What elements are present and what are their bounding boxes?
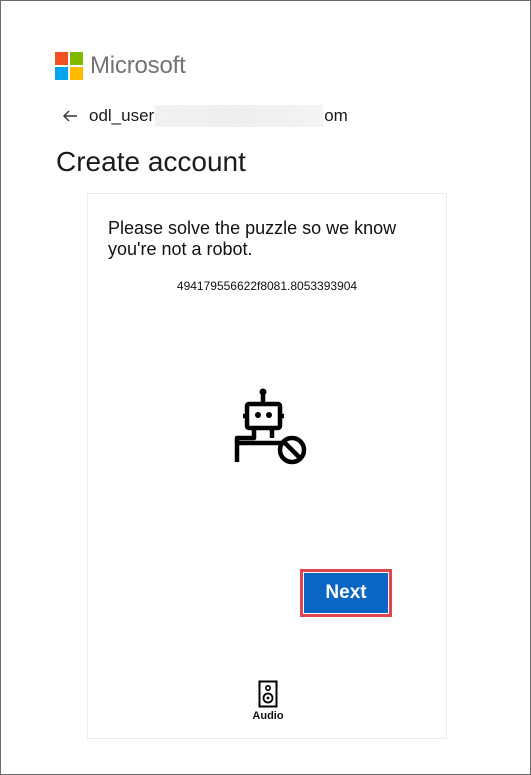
puzzle-card: Please solve the puzzle so we know you'r… — [87, 193, 447, 739]
email-suffix: om — [324, 106, 348, 125]
audio-label: Audio — [252, 710, 284, 722]
arrow-left-icon[interactable] — [61, 107, 79, 125]
audio-button[interactable]: Audio — [243, 680, 293, 726]
speaker-icon — [258, 680, 278, 708]
email-redaction — [155, 105, 324, 127]
microsoft-logo-icon — [55, 52, 83, 80]
account-identity-row: odl_user om — [61, 105, 348, 127]
puzzle-prompt: Please solve the puzzle so we know you'r… — [108, 218, 397, 259]
robot-blocked-icon — [234, 388, 307, 465]
page-title: Create account — [56, 146, 246, 177]
next-button[interactable]: Next — [300, 569, 392, 617]
brand-name: Microsoft — [90, 52, 186, 79]
email-prefix: odl_user — [89, 106, 155, 125]
microsoft-logo: Microsoft — [55, 52, 186, 80]
next-button-label: Next — [303, 572, 389, 614]
session-id: 494179556622f8081.8053393904 — [176, 279, 358, 293]
window-frame: Microsoft odl_user om Create account Ple… — [0, 0, 531, 775]
